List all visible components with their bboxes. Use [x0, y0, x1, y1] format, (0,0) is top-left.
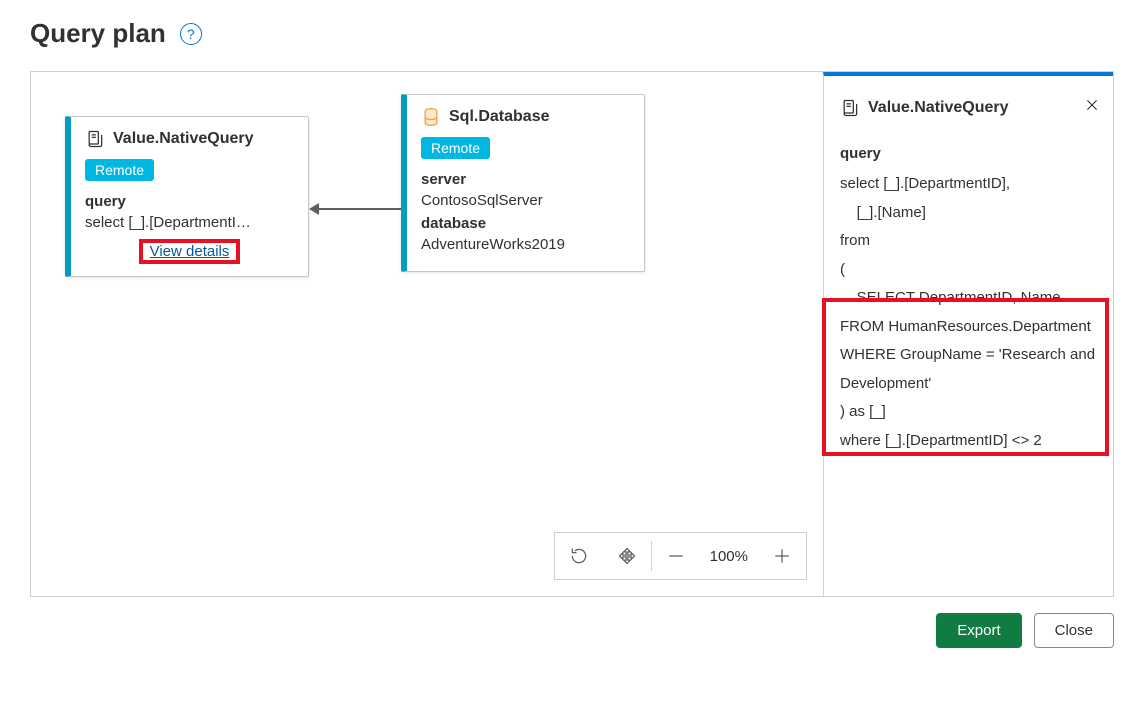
field-value-query: select [_].[DepartmentI… [85, 214, 294, 231]
field-value-database: AdventureWorks2019 [421, 236, 630, 253]
node-header: Value.NativeQuery [85, 129, 294, 149]
fit-view-button[interactable] [603, 533, 651, 579]
node-header: Sql.Database [421, 107, 630, 127]
view-details-wrap: View details [85, 237, 294, 264]
query-plan-dialog: Query plan ? Value.NativeQuery [0, 0, 1144, 703]
zoom-in-button[interactable] [758, 533, 806, 579]
page-title: Query plan [30, 18, 166, 49]
help-icon[interactable]: ? [180, 23, 202, 45]
field-label-server: server [421, 171, 630, 188]
node-sql-database[interactable]: Sql.Database Remote server ContosoSqlSer… [401, 94, 645, 272]
remote-badge: Remote [85, 159, 154, 181]
details-query-text: select [_].[DepartmentID], [_].[Name] fr… [840, 170, 1107, 455]
footer: Export Close [30, 613, 1114, 648]
details-query-label: query [840, 145, 1107, 162]
script-icon [85, 129, 105, 149]
script-icon [840, 98, 860, 118]
database-icon [421, 107, 441, 127]
view-details-link[interactable]: View details [147, 243, 233, 260]
export-button[interactable]: Export [936, 613, 1021, 648]
zoom-out-button[interactable] [652, 533, 700, 579]
node-native-query[interactable]: Value.NativeQuery Remote query select [_… [65, 116, 309, 277]
details-header: Value.NativeQuery [840, 94, 1107, 121]
field-label-database: database [421, 215, 630, 232]
node-title: Value.NativeQuery [113, 130, 254, 148]
field-label-query: query [85, 193, 294, 210]
workspace: Value.NativeQuery Remote query select [_… [30, 71, 1114, 597]
plan-canvas[interactable]: Value.NativeQuery Remote query select [_… [31, 72, 823, 596]
zoom-percent: 100% [700, 533, 758, 579]
field-value-server: ContosoSqlServer [421, 192, 630, 209]
details-title: Value.NativeQuery [868, 99, 1069, 117]
zoom-controls: 100% [554, 532, 807, 580]
node-title: Sql.Database [449, 108, 549, 126]
reset-view-button[interactable] [555, 533, 603, 579]
close-button[interactable]: Close [1034, 613, 1114, 648]
details-panel: Value.NativeQuery query select [_].[Depa… [823, 72, 1113, 596]
header: Query plan ? [30, 18, 1114, 49]
remote-badge: Remote [421, 137, 490, 159]
close-icon[interactable] [1077, 94, 1107, 121]
highlight-view-details: View details [139, 239, 241, 264]
